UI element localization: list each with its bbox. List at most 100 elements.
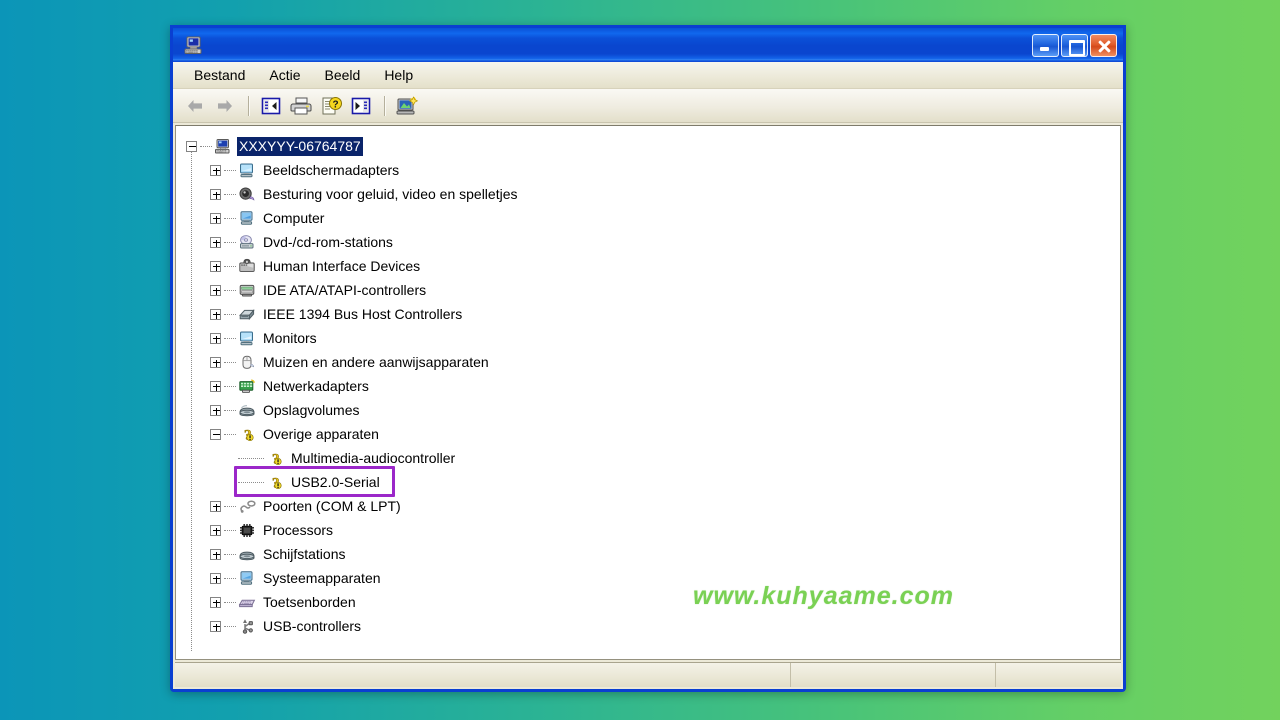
window-controls — [1032, 33, 1117, 57]
tree-node-label[interactable]: Multimedia-audiocontroller — [289, 449, 457, 468]
tree-node-hid[interactable]: Human Interface Devices — [176, 254, 1120, 278]
toolbar-separator-2 — [384, 95, 386, 116]
tree-connector-dots — [224, 385, 236, 387]
tree-node-usb2-serial[interactable]: ? USB2.0-Serial — [176, 466, 1120, 497]
menu-item-beeld[interactable]: Beeld — [314, 64, 372, 86]
tree-node-label[interactable]: Opslagvolumes — [261, 401, 362, 420]
desktop-background: Bestand Actie Beeld Help ? XXXYYY-067647… — [0, 0, 1280, 720]
menu-item-bestand[interactable]: Bestand — [183, 64, 256, 86]
tree-node-usb-controllers[interactable]: USB-controllers — [176, 614, 1120, 638]
close-button[interactable] — [1090, 33, 1117, 57]
tree-node-label[interactable]: Poorten (COM & LPT) — [261, 497, 403, 516]
storage-volume-icon — [238, 402, 256, 419]
expander-minus-icon[interactable] — [210, 428, 221, 440]
tree-node-label[interactable]: Beeldschermadapters — [261, 161, 401, 180]
tree-connector-dots — [200, 145, 212, 147]
tree-node-label[interactable]: Dvd-/cd-rom-stations — [261, 233, 395, 252]
expander-plus-icon[interactable] — [210, 524, 221, 536]
tree-connector-dots — [224, 265, 236, 267]
expander-plus-icon[interactable] — [210, 308, 221, 320]
tree-node-ide-ata-atapi[interactable]: IDE ATA/ATAPI-controllers — [176, 278, 1120, 302]
menu-item-help[interactable]: Help — [373, 64, 424, 86]
expander-plus-icon[interactable] — [210, 620, 221, 632]
tree-node-schijfstations[interactable]: Schijfstations — [176, 542, 1120, 566]
tree-node-label[interactable]: Human Interface Devices — [261, 257, 422, 276]
tree-node-label[interactable]: Besturing voor geluid, video en spelletj… — [261, 185, 520, 204]
tree-node-ieee1394[interactable]: IEEE 1394 Bus Host Controllers — [176, 302, 1120, 326]
status-pane-secondary — [791, 663, 996, 687]
network-adapter-icon — [238, 378, 256, 395]
expander-plus-icon[interactable] — [210, 596, 221, 608]
tree-connector-dots — [224, 361, 236, 363]
tree-node-overige-apparaten[interactable]: ? Overige apparaten — [176, 422, 1120, 446]
tree-node-label[interactable]: Toetsenborden — [261, 593, 358, 612]
back-button[interactable] — [181, 93, 209, 119]
expander-plus-icon[interactable] — [210, 404, 221, 416]
expander-plus-icon[interactable] — [210, 188, 221, 200]
show-hide-console-tree-button[interactable] — [257, 93, 285, 119]
expander-plus-icon[interactable] — [210, 356, 221, 368]
tree-node-geluid-video-spelletjes[interactable]: Besturing voor geluid, video en spelletj… — [176, 182, 1120, 206]
tree-node-label[interactable]: Overige apparaten — [261, 425, 381, 444]
menu-item-actie[interactable]: Actie — [258, 64, 311, 86]
tree-node-label[interactable]: IDE ATA/ATAPI-controllers — [261, 281, 428, 300]
expander-plus-icon[interactable] — [210, 236, 221, 248]
tree-node-muizen[interactable]: Muizen en andere aanwijsapparaten — [176, 350, 1120, 374]
toolbar: ? — [173, 89, 1123, 123]
tree-node-label[interactable]: Monitors — [261, 329, 319, 348]
print-button[interactable] — [287, 93, 315, 119]
forward-button[interactable] — [211, 93, 239, 119]
computer-icon — [214, 138, 232, 155]
tree-node-label[interactable]: Netwerkadapters — [261, 377, 371, 396]
expander-plus-icon[interactable] — [210, 332, 221, 344]
minimize-button[interactable] — [1032, 33, 1059, 57]
expander-plus-icon[interactable] — [210, 572, 221, 584]
ide-controller-icon — [238, 282, 256, 299]
expander-plus-icon[interactable] — [210, 212, 221, 224]
tree-node-opslagvolumes[interactable]: Opslagvolumes — [176, 398, 1120, 422]
unknown-device-icon: ? — [266, 474, 284, 491]
tree-node-netwerkadapters[interactable]: Netwerkadapters — [176, 374, 1120, 398]
tree-connector-dots — [238, 481, 264, 483]
tree-connector-dots — [224, 169, 236, 171]
tree-node-computer[interactable]: Computer — [176, 206, 1120, 230]
tree-node-label[interactable]: Muizen en andere aanwijsapparaten — [261, 353, 491, 372]
tree-node-multimedia-audiocontroller[interactable]: ? Multimedia-audiocontroller — [176, 446, 1120, 470]
window-titlebar[interactable] — [173, 25, 1123, 62]
tree-node-label[interactable]: USB2.0-Serial — [289, 473, 382, 492]
scan-hardware-changes-button[interactable] — [393, 93, 421, 119]
tree-root-label[interactable]: XXXYYY-06764787 — [237, 136, 363, 156]
tree-node-label[interactable]: USB-controllers — [261, 617, 363, 636]
expander-plus-icon[interactable] — [210, 284, 221, 296]
expander-plus-icon[interactable] — [210, 380, 221, 392]
device-tree-pane[interactable]: XXXYYY-06764787 Beeldschermadapters Best… — [175, 125, 1121, 660]
tree-node-systeemapparaten[interactable]: Systeemapparaten — [176, 566, 1120, 590]
tree-connector-dots — [224, 601, 236, 603]
expander-plus-icon[interactable] — [210, 164, 221, 176]
maximize-button[interactable] — [1061, 33, 1088, 57]
tree-node-label[interactable]: Processors — [261, 521, 335, 540]
tree-node-dvd-cdrom[interactable]: Dvd-/cd-rom-stations — [176, 230, 1120, 254]
hid-icon — [238, 258, 256, 275]
properties-button[interactable]: ? — [317, 93, 345, 119]
expander-plus-icon[interactable] — [210, 500, 221, 512]
tree-root-row[interactable]: XXXYYY-06764787 — [176, 134, 1120, 158]
unknown-device-icon: ? — [238, 426, 256, 443]
expander-plus-icon[interactable] — [210, 548, 221, 560]
system-device-icon — [238, 570, 256, 587]
tree-node-label[interactable]: Schijfstations — [261, 545, 347, 564]
tree-node-label[interactable]: Computer — [261, 209, 326, 228]
tree-node-monitors[interactable]: Monitors — [176, 326, 1120, 350]
tree-node-label[interactable]: Systeemapparaten — [261, 569, 383, 588]
tree-node-beeldschermadapters[interactable]: Beeldschermadapters — [176, 158, 1120, 182]
expander-plus-icon[interactable] — [210, 260, 221, 272]
update-driver-button[interactable] — [347, 93, 375, 119]
tree-node-processors[interactable]: Processors — [176, 518, 1120, 542]
tree-node-poorten[interactable]: Poorten (COM & LPT) — [176, 494, 1120, 518]
tree-connector-dots — [224, 625, 236, 627]
status-pane-main — [175, 663, 791, 687]
tree-connector-dots — [224, 193, 236, 195]
tree-node-label[interactable]: IEEE 1394 Bus Host Controllers — [261, 305, 464, 324]
tree-node-toetsenborden[interactable]: Toetsenborden — [176, 590, 1120, 614]
root-expander-minus-icon[interactable] — [186, 140, 197, 152]
